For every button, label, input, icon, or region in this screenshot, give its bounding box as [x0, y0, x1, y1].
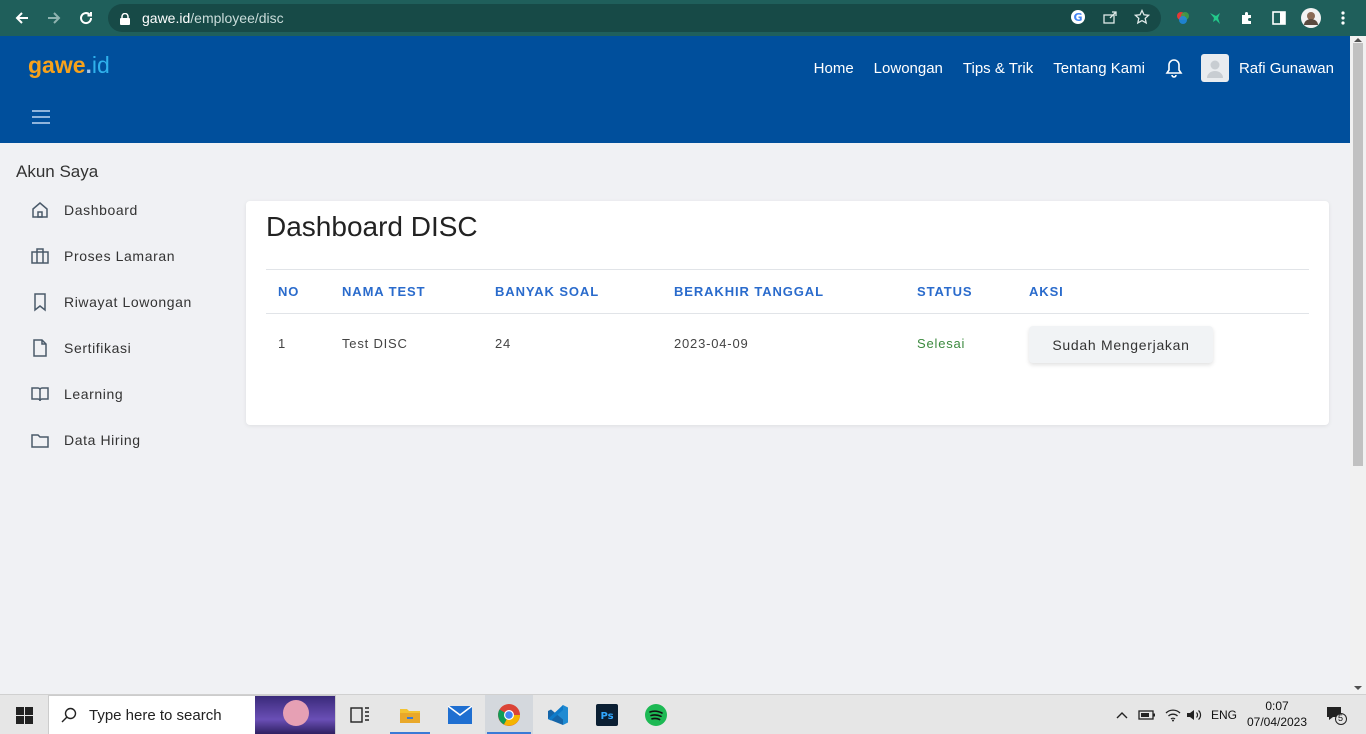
nav-tentang-kami[interactable]: Tentang Kami	[1053, 60, 1145, 77]
lock-icon	[120, 12, 130, 25]
user-name[interactable]: Rafi Gunawan	[1239, 60, 1334, 77]
forward-button[interactable]	[38, 0, 70, 36]
back-button[interactable]	[6, 0, 38, 36]
page-scrollbar[interactable]	[1350, 36, 1366, 694]
hamburger-menu-icon[interactable]	[32, 110, 50, 124]
chrome-icon[interactable]	[485, 695, 533, 734]
hummingbird-extension-icon[interactable]	[1204, 6, 1226, 30]
gawe-logo[interactable]: gawe.id	[28, 52, 110, 79]
side-panel-icon[interactable]	[1268, 6, 1290, 30]
svg-text:Ps: Ps	[600, 711, 613, 722]
book-icon	[28, 382, 52, 406]
windows-start-icon[interactable]	[0, 695, 48, 734]
url-host: gawe.id	[142, 10, 191, 26]
sidebar-item-sertifikasi[interactable]: Sertifikasi	[28, 336, 131, 360]
top-nav: Home Lowongan Tips & Trik Tentang Kami R…	[794, 54, 1334, 82]
volume-icon[interactable]	[1184, 695, 1204, 734]
sidebar-item-label: Riwayat Lowongan	[64, 294, 192, 310]
sidebar-item-learning[interactable]: Learning	[28, 382, 123, 406]
reload-button[interactable]	[70, 0, 102, 36]
status-badge: Selesai	[917, 336, 966, 351]
notification-center-icon[interactable]: 5	[1322, 695, 1350, 734]
sidebar-item-label: Data Hiring	[64, 432, 141, 448]
sidebar-item-dashboard[interactable]: Dashboard	[28, 198, 138, 222]
nav-tips-trik[interactable]: Tips & Trik	[963, 60, 1033, 77]
menu-kebab-icon[interactable]	[1332, 6, 1354, 30]
logo-part-3: id	[91, 52, 110, 78]
url-path: /employee/disc	[190, 10, 284, 26]
sidebar-item-label: Dashboard	[64, 202, 138, 218]
sidebar-item-label: Learning	[64, 386, 124, 402]
column-header-nama-test: NAMA TEST	[342, 284, 426, 299]
bookmark-icon	[28, 290, 52, 314]
task-view-icon[interactable]	[336, 695, 384, 734]
search-icon	[49, 707, 89, 723]
scroll-thumb[interactable]	[1353, 43, 1363, 466]
vscode-icon[interactable]	[534, 695, 582, 734]
file-icon	[28, 336, 52, 360]
cell-berakhir-tanggal: 2023-04-09	[674, 336, 749, 351]
cell-nama-test: Test DISC	[342, 336, 408, 351]
scroll-down-arrow-icon[interactable]	[1354, 686, 1362, 690]
sidebar-title: Akun Saya	[16, 162, 99, 181]
bookmark-star-icon[interactable]	[1133, 8, 1151, 26]
column-header-status: STATUS	[917, 284, 973, 299]
disc-test-table: NO NAMA TEST BANYAK SOAL BERAKHIR TANGGA…	[266, 269, 1309, 374]
sidebar-item-label: Sertifikasi	[64, 340, 132, 356]
site-header: gawe.id Home Lowongan Tips & Trik Tentan…	[0, 36, 1350, 143]
taskbar-search-box[interactable]: Type here to search	[48, 695, 336, 734]
profile-avatar-icon[interactable]	[1300, 6, 1322, 30]
notification-count: 5	[1338, 713, 1344, 723]
svg-text:G: G	[1073, 11, 1082, 24]
sudah-mengerjakan-button[interactable]: Sudah Mengerjakan	[1029, 326, 1213, 363]
sidebar-item-data-hiring[interactable]: Data Hiring	[28, 428, 141, 452]
column-header-aksi: AKSI	[1029, 284, 1064, 299]
spotify-icon[interactable]	[632, 695, 680, 734]
color-extension-icon[interactable]	[1172, 6, 1194, 30]
column-header-banyak-soal: BANYAK SOAL	[495, 284, 600, 299]
cell-no: 1	[278, 336, 287, 351]
briefcase-icon	[28, 244, 52, 268]
sidebar-item-proses-lamaran[interactable]: Proses Lamaran	[28, 244, 175, 268]
column-header-berakhir-tanggal: BERAKHIR TANGGAL	[674, 284, 824, 299]
address-bar[interactable]: gawe.id/employee/disc G	[108, 4, 1161, 32]
page-title: Dashboard DISC	[266, 211, 478, 242]
user-avatar[interactable]	[1200, 54, 1229, 82]
share-icon[interactable]	[1101, 8, 1119, 26]
notification-bell-icon[interactable]	[1163, 56, 1185, 80]
search-placeholder: Type here to search	[89, 706, 222, 724]
language-indicator[interactable]: ENG	[1208, 695, 1240, 734]
sidebar-item-riwayat-lowongan[interactable]: Riwayat Lowongan	[28, 290, 192, 314]
nav-home[interactable]: Home	[814, 60, 854, 77]
tray-chevron-up-icon[interactable]	[1112, 695, 1132, 734]
nav-lowongan[interactable]: Lowongan	[874, 60, 943, 77]
extensions-puzzle-icon[interactable]	[1236, 6, 1258, 30]
browser-toolbar: gawe.id/employee/disc G	[0, 0, 1366, 36]
sidebar-item-label: Proses Lamaran	[64, 248, 176, 264]
column-header-no: NO	[278, 284, 300, 299]
file-explorer-icon[interactable]	[386, 695, 434, 734]
table-row: 1 Test DISC 24 2023-04-09 Selesai Sudah …	[266, 314, 1309, 374]
photoshop-icon[interactable]: Ps	[583, 695, 631, 734]
logo-part-1: gawe	[28, 52, 86, 78]
table-header: NO NAMA TEST BANYAK SOAL BERAKHIR TANGGA…	[266, 269, 1309, 314]
clock-date: 07/04/2023	[1246, 715, 1308, 729]
clock-time: 0:07	[1265, 699, 1289, 713]
battery-icon[interactable]	[1136, 695, 1158, 734]
wifi-icon[interactable]	[1162, 695, 1184, 734]
search-highlight-illustration	[255, 696, 335, 734]
taskbar-clock[interactable]: 0:07 07/04/2023	[1242, 698, 1312, 730]
google-icon[interactable]: G	[1069, 8, 1087, 26]
home-icon	[28, 198, 52, 222]
folder-icon	[28, 428, 52, 452]
mail-icon[interactable]	[436, 695, 484, 734]
windows-taskbar: Type here to search Ps ENG 0:07 07/04/20…	[0, 694, 1366, 734]
cell-banyak-soal: 24	[495, 336, 512, 351]
scroll-up-arrow-icon[interactable]	[1354, 38, 1362, 42]
url-text: gawe.id/employee/disc	[142, 10, 284, 26]
disc-dashboard-card: Dashboard DISC NO NAMA TEST BANYAK SOAL …	[246, 201, 1329, 425]
